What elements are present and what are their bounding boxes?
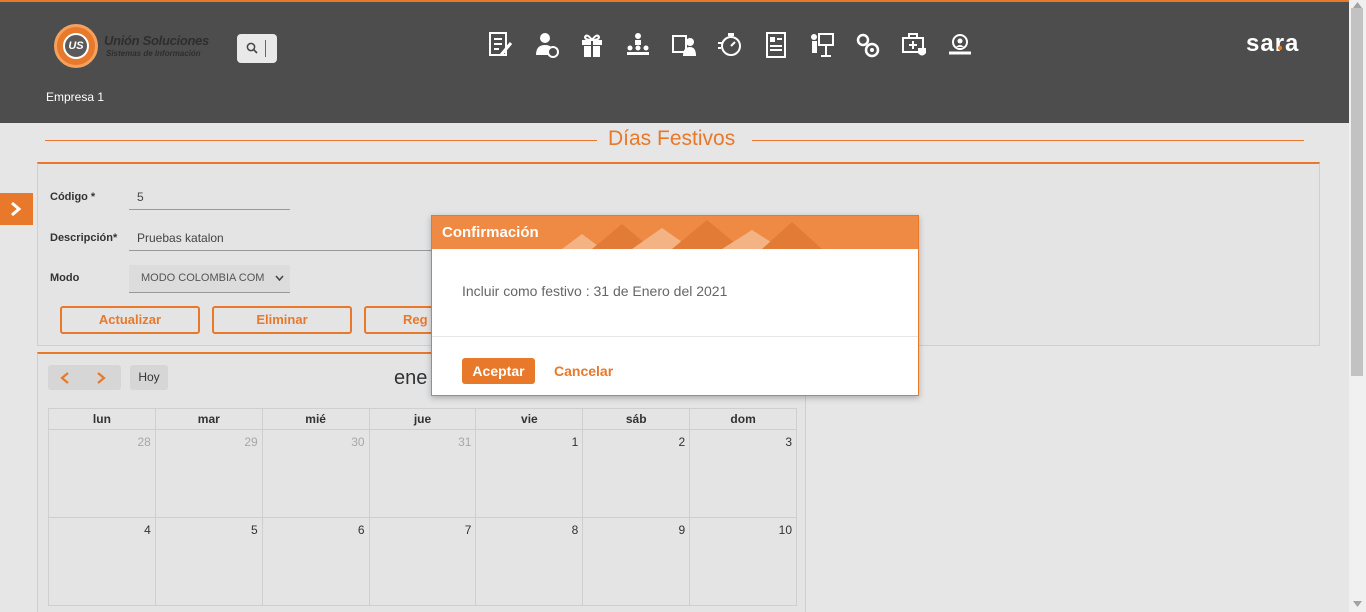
scrollbar-thumb[interactable] xyxy=(1351,8,1363,376)
calendar-day[interactable]: 30 xyxy=(263,430,370,517)
chevron-left-icon[interactable] xyxy=(60,372,70,384)
weekday-label: vie xyxy=(476,409,584,429)
presentation-icon[interactable] xyxy=(808,30,836,60)
org-chart-icon[interactable] xyxy=(624,30,652,60)
company-label: Empresa 1 xyxy=(46,90,105,104)
title-divider-left xyxy=(45,140,597,141)
chevron-right-icon[interactable] xyxy=(96,372,106,384)
sidebar-toggle-button[interactable] xyxy=(0,193,33,225)
search-icon xyxy=(246,42,258,54)
weekday-label: dom xyxy=(730,412,756,426)
accept-button[interactable]: Aceptar xyxy=(462,358,535,384)
logo-emblem: US xyxy=(54,24,98,68)
delete-button[interactable]: Eliminar xyxy=(212,306,352,334)
calendar-day[interactable]: 28 xyxy=(49,430,156,517)
descripcion-field[interactable]: Pruebas katalon xyxy=(129,225,432,251)
logo-mark: US xyxy=(63,33,89,59)
weekday-label: sáb xyxy=(583,409,691,429)
vertical-scrollbar[interactable] xyxy=(1349,0,1366,612)
calendar-day[interactable]: 29 xyxy=(156,430,263,517)
codigo-label: Código * xyxy=(50,191,96,203)
calendar-grid: lun mar mié jue vie sáb dom 28 29 30 31 … xyxy=(48,408,798,606)
report-icon[interactable] xyxy=(762,30,790,60)
medical-briefcase-icon[interactable] xyxy=(900,30,928,60)
settings-gears-icon[interactable] xyxy=(854,30,882,60)
dialog-message: Incluir como festivo : 31 de Enero del 2… xyxy=(462,283,728,299)
weekday-label: lun xyxy=(49,409,156,429)
employee-tasks-icon[interactable] xyxy=(670,30,698,60)
calendar-week: 4 5 6 7 8 9 10 xyxy=(48,518,798,606)
dialog-title: Confirmación xyxy=(442,224,539,241)
logo-subtitle: Sistemas de Información xyxy=(106,49,201,58)
weekday-label: mar xyxy=(156,409,263,429)
calendar-day[interactable]: 10 xyxy=(690,518,798,605)
calendar-day[interactable]: 2 xyxy=(583,430,691,517)
chevron-right-icon xyxy=(11,202,22,216)
calendar-day[interactable]: 4 xyxy=(49,518,156,605)
union-soluciones-logo[interactable]: US Unión Soluciones Sistemas de Informac… xyxy=(54,24,224,68)
search-separator xyxy=(265,40,266,57)
modo-select-value: MODO COLOMBIA COM xyxy=(141,272,265,284)
cancel-button[interactable]: Cancelar xyxy=(554,358,613,384)
top-header: US Unión Soluciones Sistemas de Informac… xyxy=(0,0,1366,123)
weekday-label: mié xyxy=(263,409,370,429)
scroll-down-icon[interactable] xyxy=(1353,601,1362,607)
calendar-day[interactable]: 8 xyxy=(476,518,584,605)
page-title: Días Festivos xyxy=(608,127,736,150)
calendar-day[interactable]: 7 xyxy=(370,518,477,605)
dialog-divider xyxy=(432,336,918,337)
title-divider-right xyxy=(752,140,1304,141)
weekday-label: jue xyxy=(370,409,477,429)
calendar-nav xyxy=(48,365,121,390)
calendar-day[interactable]: 31 xyxy=(370,430,477,517)
calendar-day[interactable]: 3 xyxy=(690,430,798,517)
svg-text:sara: sara xyxy=(1246,31,1299,57)
calendar-day[interactable]: 6 xyxy=(263,518,370,605)
codigo-field[interactable]: 5 xyxy=(129,184,290,210)
module-toolbar xyxy=(486,30,974,62)
user-money-icon[interactable] xyxy=(532,30,560,60)
confirmation-dialog: Confirmación Incluir como festivo : 31 d… xyxy=(431,215,919,396)
search-button[interactable] xyxy=(237,34,277,63)
logo-name: Unión Soluciones xyxy=(104,33,209,48)
stopwatch-icon[interactable] xyxy=(716,30,744,60)
chevron-down-icon xyxy=(275,275,284,281)
sara-brand-logo: sara xyxy=(1246,30,1320,64)
calendar-week: 28 29 30 31 1 2 3 xyxy=(48,430,798,518)
header-pattern-decoration xyxy=(562,220,822,249)
calendar-title: ene xyxy=(394,367,428,389)
dialog-header: Confirmación xyxy=(432,216,918,249)
weekday-header: lun mar mié jue vie sáb dom xyxy=(48,408,797,430)
descripcion-label: Descripción* xyxy=(50,232,118,244)
modo-label: Modo xyxy=(50,272,80,284)
modo-select[interactable]: MODO COLOMBIA COM xyxy=(129,265,290,293)
calendar-day[interactable]: 5 xyxy=(156,518,263,605)
update-button[interactable]: Actualizar xyxy=(60,306,200,334)
user-search-icon[interactable] xyxy=(946,30,974,60)
gift-icon[interactable] xyxy=(578,30,606,60)
calendar-day[interactable]: 1 xyxy=(476,430,584,517)
today-button[interactable]: Hoy xyxy=(130,365,168,390)
calendar-day[interactable]: 9 xyxy=(583,518,691,605)
document-edit-icon[interactable] xyxy=(486,30,514,60)
